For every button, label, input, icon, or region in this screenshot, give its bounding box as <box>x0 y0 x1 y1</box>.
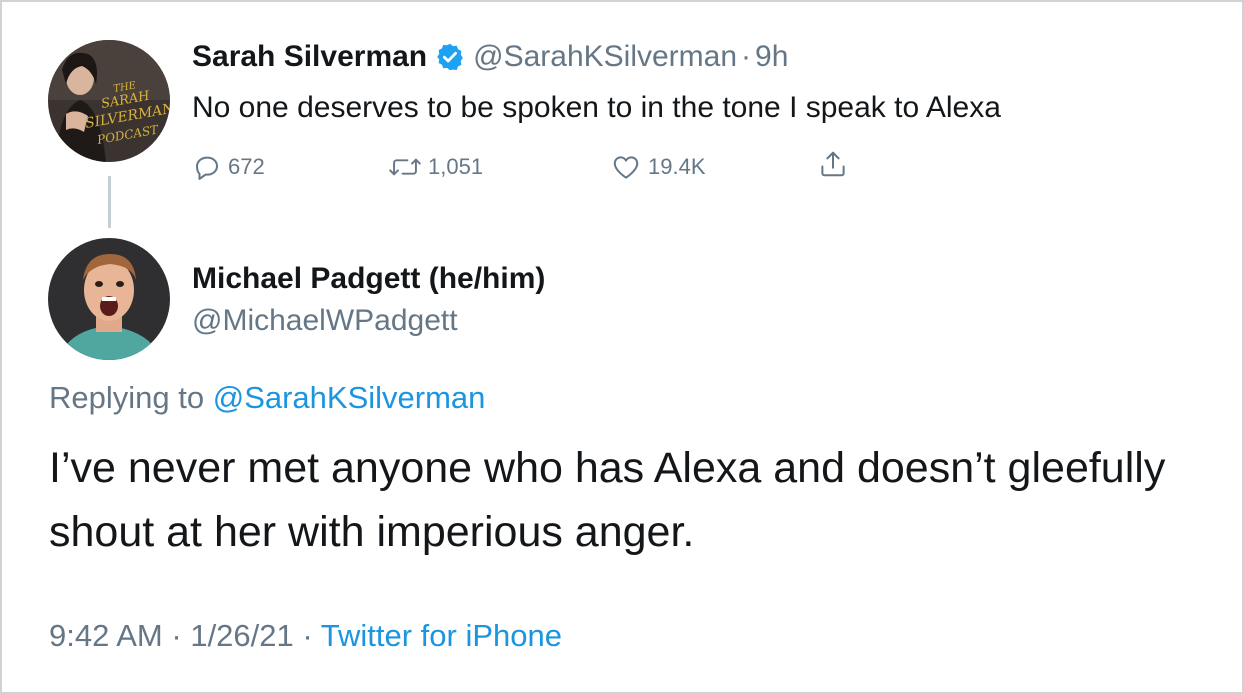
reply-author-handle[interactable]: @MichaelWPadgett <box>192 302 458 340</box>
tweet-age[interactable]: 9h <box>755 38 788 76</box>
retweet-button[interactable]: 1,051 <box>388 148 483 186</box>
comment-icon <box>196 156 218 180</box>
tweet-actions-bar: 672 1,051 19.4K <box>192 148 872 188</box>
tweet-source-link[interactable]: Twitter for iPhone <box>321 618 562 653</box>
reply-count: 672 <box>228 154 265 179</box>
share-icon <box>821 151 845 177</box>
verified-badge-icon <box>435 42 465 72</box>
share-button[interactable] <box>818 148 854 180</box>
michael-avatar[interactable] <box>48 238 170 360</box>
like-button[interactable]: 19.4K <box>610 148 706 186</box>
retweet-count: 1,051 <box>428 154 484 179</box>
replying-to-link[interactable]: @SarahKSilverman <box>213 380 486 415</box>
sarah-avatar[interactable]: THE SARAH SILVERMAN PODCAST <box>48 40 170 162</box>
replying-to-label: Replying to <box>49 380 213 415</box>
original-tweet-header: Sarah Silverman @SarahKSilverman · 9h <box>192 38 788 76</box>
reply-button[interactable]: 672 <box>192 148 265 186</box>
meta-separator: · <box>302 618 313 653</box>
tweet-date[interactable]: 1/26/21 <box>190 618 293 653</box>
reply-tweet-text: I’ve never met anyone who has Alexa and … <box>49 444 1166 556</box>
original-tweet-text: No one deserves to be spoken to in the t… <box>192 91 1001 124</box>
tweet-metadata: 9:42 AM · 1/26/21 · Twitter for iPhone <box>49 616 562 656</box>
tweet-time[interactable]: 9:42 AM <box>49 618 163 653</box>
reply-author-name[interactable]: Michael Padgett (he/him) <box>192 260 545 298</box>
tweet-screenshot: THE SARAH SILVERMAN PODCAST Sarah Silver… <box>0 0 1244 694</box>
header-separator: · <box>741 40 752 73</box>
author-handle[interactable]: @SarahKSilverman <box>473 38 737 76</box>
like-count: 19.4K <box>648 154 706 179</box>
replying-to-line: Replying to @SarahKSilverman <box>49 378 485 418</box>
meta-separator: · <box>171 618 182 653</box>
thread-connector-line <box>108 176 111 228</box>
author-name[interactable]: Sarah Silverman <box>192 38 427 76</box>
retweet-icon <box>389 158 421 176</box>
heart-icon <box>613 156 639 179</box>
